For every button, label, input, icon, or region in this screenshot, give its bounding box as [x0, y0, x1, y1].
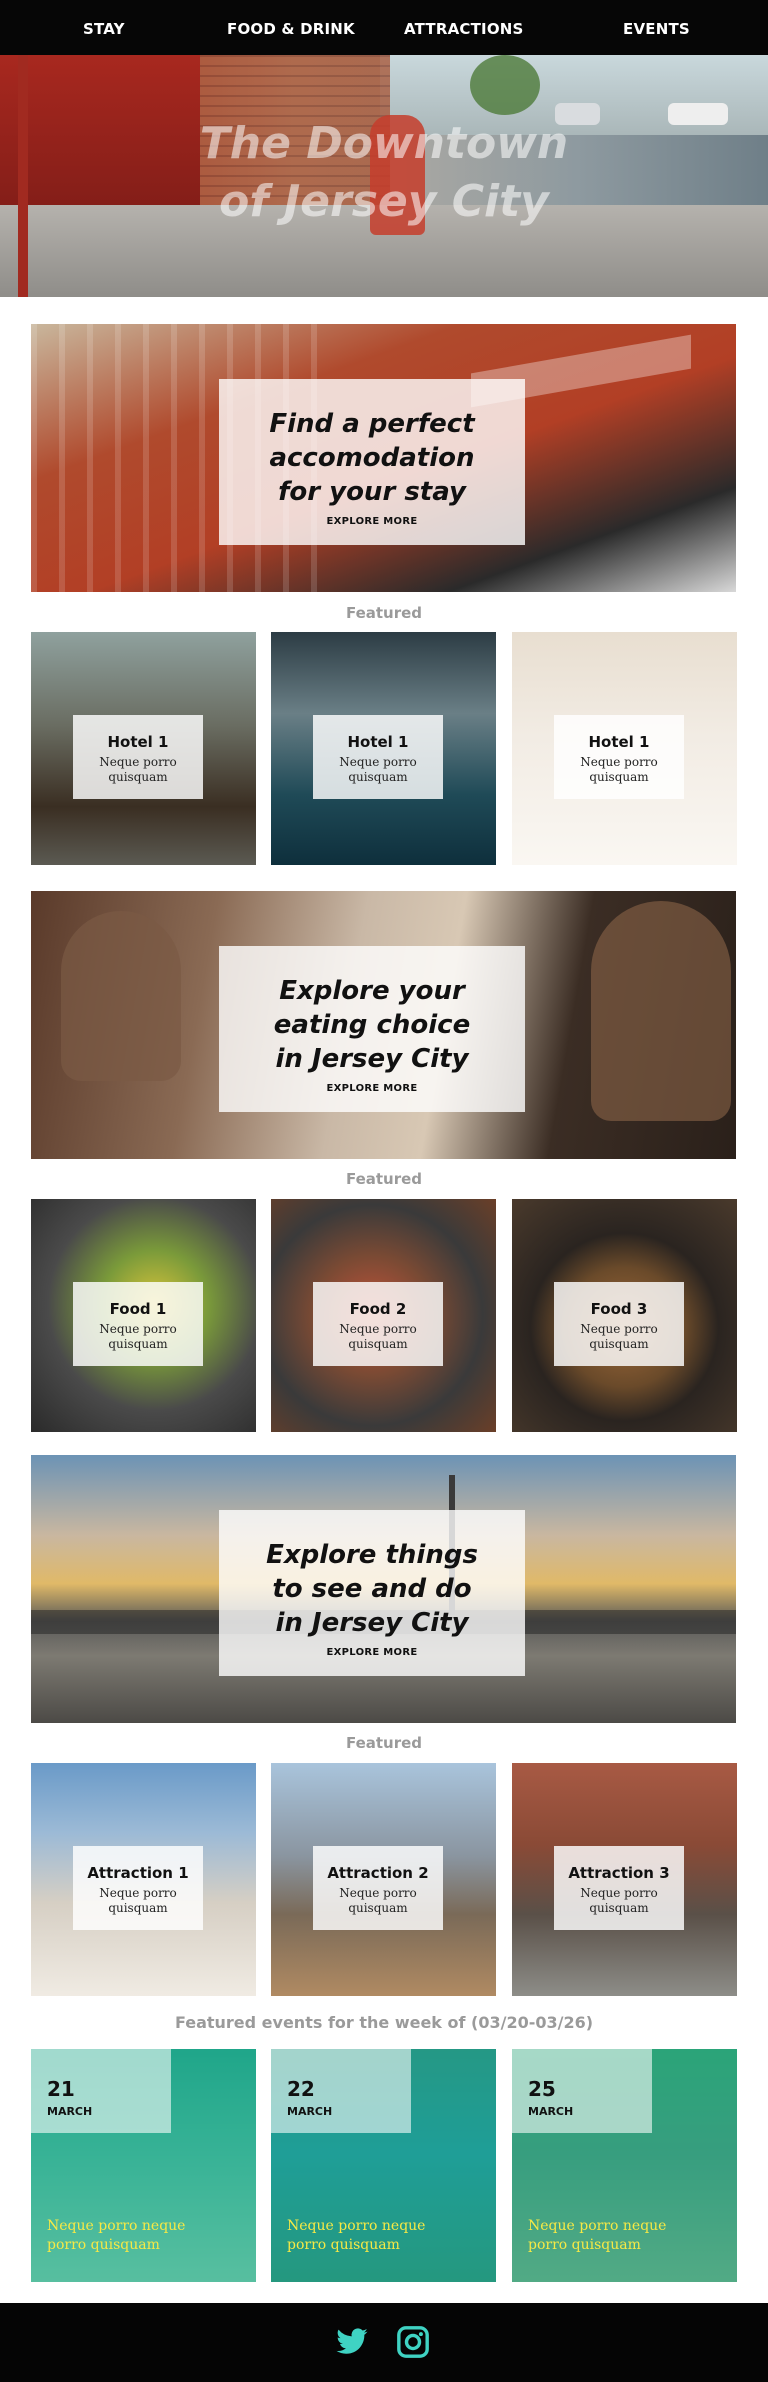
- event-description: Neque porro neque porro quisquam: [287, 2218, 426, 2253]
- card-label: Food 3 Neque porro quisquam: [554, 1282, 684, 1366]
- attractions-explore-more-button[interactable]: EXPLORE MORE: [327, 1647, 418, 1658]
- card-title: Food 3: [590, 1300, 648, 1318]
- event-card[interactable]: 25 MARCH Neque porro neque porro quisqua…: [512, 2049, 737, 2282]
- card-title: Hotel 1: [347, 733, 409, 751]
- card-label: Attraction 2 Neque porro quisquam: [313, 1846, 443, 1930]
- hotel-card[interactable]: Hotel 1 Neque porro quisquam: [271, 632, 496, 865]
- food-banner-person: [61, 911, 181, 1081]
- food-card[interactable]: Food 1 Neque porro quisquam: [31, 1199, 256, 1432]
- attractions-heading: Explore things to see and do in Jersey C…: [219, 1510, 525, 1640]
- card-title: Attraction 2: [327, 1864, 429, 1882]
- event-card[interactable]: 21 MARCH Neque porro neque porro quisqua…: [31, 2049, 256, 2282]
- food-card[interactable]: Food 2 Neque porro quisquam: [271, 1199, 496, 1432]
- card-title: Hotel 1: [107, 733, 169, 751]
- hero-title-line: of Jersey City: [219, 176, 549, 227]
- attractions-featured-label: Featured: [345, 1734, 423, 1752]
- card-description: Neque porro quisquam: [99, 755, 177, 784]
- heading-line: Explore things: [266, 1540, 478, 1570]
- food-explore-more-button[interactable]: EXPLORE MORE: [327, 1083, 418, 1094]
- food-featured-label: Featured: [345, 1170, 423, 1188]
- instagram-icon[interactable]: [396, 2325, 430, 2359]
- food-heading: Explore your eating choice in Jersey Cit…: [219, 946, 525, 1076]
- heading-line: in Jersey City: [275, 1608, 469, 1638]
- stay-heading: Find a perfect accomodation for your sta…: [219, 379, 525, 509]
- heading-line: accomodation: [269, 443, 475, 473]
- footer: [0, 2303, 768, 2382]
- heading-line: Explore your: [279, 976, 465, 1006]
- card-title: Hotel 1: [588, 733, 650, 751]
- card-label: Hotel 1 Neque porro quisquam: [554, 715, 684, 799]
- card-description: Neque porro quisquam: [580, 755, 658, 784]
- heading-line: Find a perfect: [269, 409, 475, 439]
- stay-banner: Find a perfect accomodation for your sta…: [31, 324, 736, 592]
- attraction-card[interactable]: Attraction 3 Neque porro quisquam: [512, 1763, 737, 1996]
- card-title: Attraction 1: [87, 1864, 189, 1882]
- hotel-card[interactable]: Hotel 1 Neque porro quisquam: [31, 632, 256, 865]
- card-title: Food 1: [109, 1300, 167, 1318]
- card-description: Neque porro quisquam: [339, 1322, 417, 1351]
- nav-item-events[interactable]: EVENTS: [623, 0, 690, 58]
- card-description: Neque porro quisquam: [339, 1886, 417, 1915]
- card-label: Hotel 1 Neque porro quisquam: [73, 715, 203, 799]
- top-nav: STAY FOOD & DRINK ATTRACTIONS EVENTS: [0, 0, 768, 55]
- food-panel: Explore your eating choice in Jersey Cit…: [219, 946, 525, 1112]
- nav-item-attractions[interactable]: ATTRACTIONS: [404, 0, 524, 58]
- event-day: 22: [287, 2077, 315, 2101]
- attractions-panel: Explore things to see and do in Jersey C…: [219, 1510, 525, 1676]
- twitter-icon[interactable]: [335, 2325, 369, 2359]
- card-label: Attraction 3 Neque porro quisquam: [554, 1846, 684, 1930]
- food-banner-person: [591, 901, 731, 1121]
- events-heading: Featured events for the week of (03/20-0…: [174, 2013, 594, 2032]
- nav-item-food-drink[interactable]: FOOD & DRINK: [227, 0, 355, 58]
- card-title: Food 2: [349, 1300, 407, 1318]
- event-month: MARCH: [287, 2105, 333, 2118]
- card-label: Food 2 Neque porro quisquam: [313, 1282, 443, 1366]
- hero-title: The Downtown of Jersey City: [0, 115, 768, 231]
- event-description: Neque porro neque porro quisquam: [528, 2218, 667, 2253]
- attractions-banner: Explore things to see and do in Jersey C…: [31, 1455, 736, 1723]
- card-description: Neque porro quisquam: [339, 755, 417, 784]
- food-banner: Explore your eating choice in Jersey Cit…: [31, 891, 736, 1159]
- card-label: Hotel 1 Neque porro quisquam: [313, 715, 443, 799]
- hero-title-line: The Downtown: [199, 118, 569, 169]
- heading-line: eating choice: [273, 1010, 471, 1040]
- heading-line: for your stay: [278, 477, 466, 507]
- hero-tree: [470, 55, 540, 115]
- stay-panel: Find a perfect accomodation for your sta…: [219, 379, 525, 545]
- event-month: MARCH: [528, 2105, 574, 2118]
- event-description: Neque porro neque porro quisquam: [47, 2218, 186, 2253]
- event-day: 25: [528, 2077, 556, 2101]
- event-card[interactable]: 22 MARCH Neque porro neque porro quisqua…: [271, 2049, 496, 2282]
- card-description: Neque porro quisquam: [99, 1886, 177, 1915]
- food-card[interactable]: Food 3 Neque porro quisquam: [512, 1199, 737, 1432]
- heading-line: in Jersey City: [275, 1044, 469, 1074]
- attraction-card[interactable]: Attraction 1 Neque porro quisquam: [31, 1763, 256, 1996]
- event-month: MARCH: [47, 2105, 93, 2118]
- nav-item-stay[interactable]: STAY: [83, 0, 125, 58]
- stay-explore-more-button[interactable]: EXPLORE MORE: [327, 516, 418, 527]
- stay-featured-label: Featured: [345, 604, 423, 622]
- attraction-card[interactable]: Attraction 2 Neque porro quisquam: [271, 1763, 496, 1996]
- heading-line: to see and do: [272, 1574, 472, 1604]
- card-description: Neque porro quisquam: [580, 1322, 658, 1351]
- card-description: Neque porro quisquam: [580, 1886, 658, 1915]
- card-description: Neque porro quisquam: [99, 1322, 177, 1351]
- event-day: 21: [47, 2077, 75, 2101]
- card-label: Food 1 Neque porro quisquam: [73, 1282, 203, 1366]
- hotel-card[interactable]: Hotel 1 Neque porro quisquam: [512, 632, 737, 865]
- hero-banner: The Downtown of Jersey City: [0, 55, 768, 297]
- card-title: Attraction 3: [568, 1864, 670, 1882]
- card-label: Attraction 1 Neque porro quisquam: [73, 1846, 203, 1930]
